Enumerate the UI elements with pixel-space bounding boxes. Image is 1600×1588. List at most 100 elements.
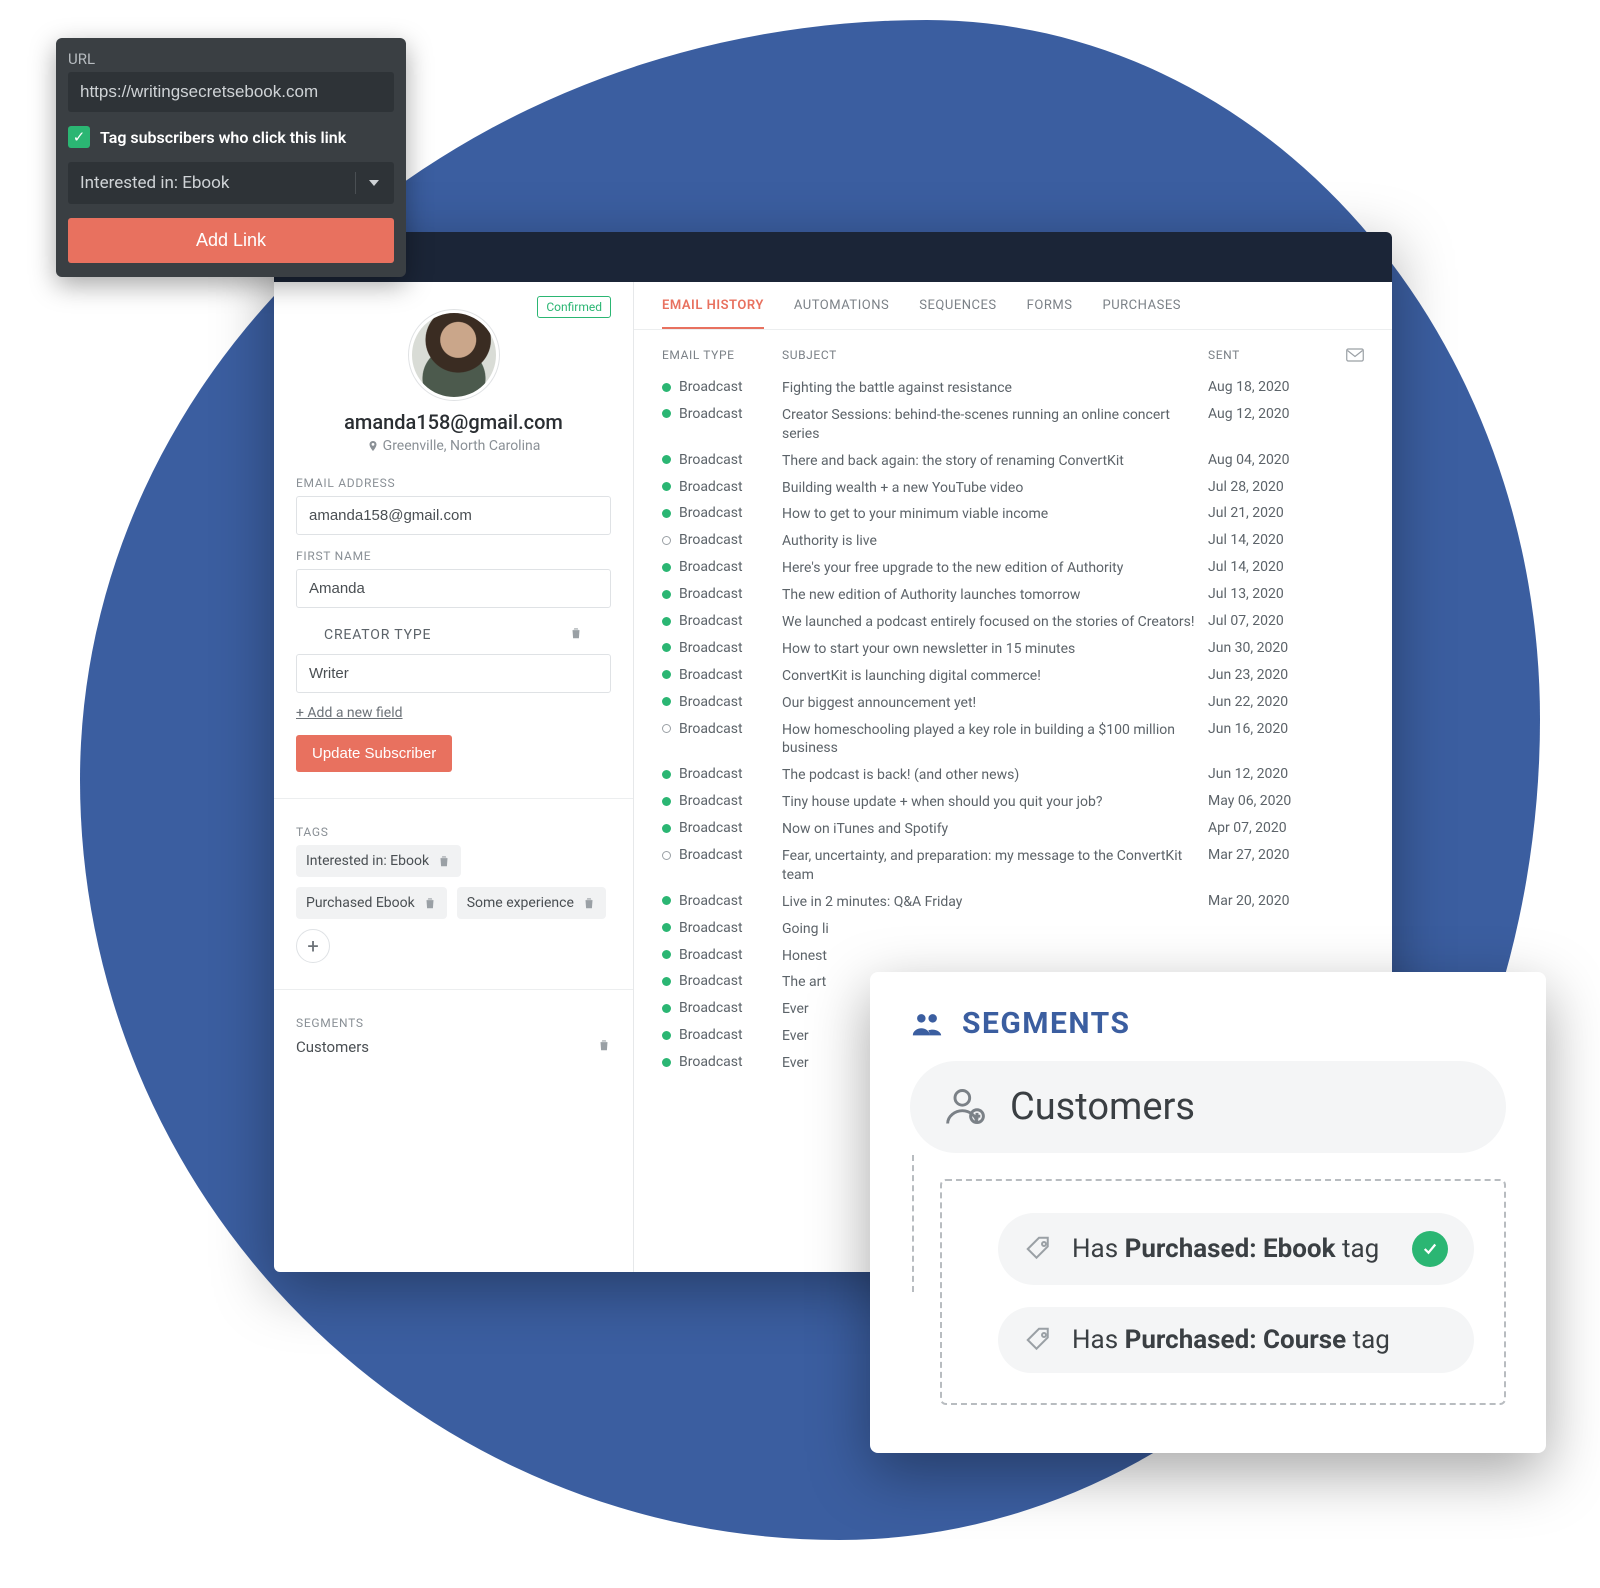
status-dot-icon — [662, 770, 671, 779]
email-type-cell: Broadcast — [662, 640, 782, 656]
email-type-cell: Broadcast — [662, 820, 782, 836]
tag-chip[interactable]: Some experience — [457, 887, 606, 919]
email-row[interactable]: Broadcast Creator Sessions: behind-the-s… — [634, 402, 1392, 448]
tab-purchases[interactable]: PURCHASES — [1102, 298, 1180, 329]
status-dot-icon — [662, 409, 671, 418]
trash-icon — [569, 626, 583, 640]
email-row[interactable]: Broadcast Here's your free upgrade to th… — [634, 555, 1392, 582]
divider — [274, 798, 633, 799]
status-dot-icon — [662, 670, 671, 679]
tab-email-history[interactable]: EMAIL HISTORY — [662, 298, 764, 329]
url-input[interactable] — [68, 72, 394, 112]
email-row[interactable]: Broadcast Authority is live Jul 14, 2020 — [634, 528, 1392, 555]
email-subject-cell: How homeschooling played a key role in b… — [782, 721, 1208, 759]
email-row[interactable]: Broadcast How to get to your minimum via… — [634, 501, 1392, 528]
email-row[interactable]: Broadcast Fear, uncertainty, and prepara… — [634, 843, 1392, 889]
tag-icon — [1024, 1325, 1054, 1355]
creatortype-input[interactable] — [296, 654, 611, 693]
tag-chip[interactable]: Interested in: Ebook — [296, 845, 461, 877]
email-type-cell: Broadcast — [662, 847, 782, 863]
tag-subscribers-row[interactable]: ✓ Tag subscribers who click this link — [68, 126, 394, 148]
email-subject-cell: Going li — [782, 920, 1208, 939]
status-dot-icon — [662, 851, 671, 860]
email-subject-cell: How to get to your minimum viable income — [782, 505, 1208, 524]
status-dot-icon — [662, 896, 671, 905]
email-row[interactable]: Broadcast Tiny house update + when shoul… — [634, 789, 1392, 816]
email-subject-cell: Now on iTunes and Spotify — [782, 820, 1208, 839]
delete-segment-button[interactable] — [597, 1038, 611, 1056]
status-dot-icon — [662, 797, 671, 806]
col-email-type: EMAIL TYPE — [662, 348, 782, 362]
email-row[interactable]: Broadcast Fighting the battle against re… — [634, 375, 1392, 402]
email-type-cell: Broadcast — [662, 613, 782, 629]
status-dot-icon — [662, 724, 671, 733]
email-type-cell: Broadcast — [662, 766, 782, 782]
status-dot-icon — [662, 1031, 671, 1040]
email-row[interactable]: Broadcast We launched a podcast entirely… — [634, 609, 1392, 636]
segment-rule[interactable]: Has Purchased: Course tag — [998, 1307, 1474, 1373]
creatortype-field-label: CREATOR TYPE — [296, 622, 611, 648]
email-subject-cell: The new edition of Authority launches to… — [782, 586, 1208, 605]
email-row[interactable]: Broadcast Building wealth + a new YouTub… — [634, 475, 1392, 502]
email-subject-cell: Building wealth + a new YouTube video — [782, 479, 1208, 498]
checkbox-checked-icon[interactable]: ✓ — [68, 126, 90, 148]
status-dot-icon — [662, 563, 671, 572]
status-dot-icon — [662, 617, 671, 626]
tag-chip-label: Some experience — [467, 895, 574, 911]
email-row[interactable]: Broadcast Our biggest announcement yet! … — [634, 690, 1392, 717]
email-type-cell: Broadcast — [662, 1027, 782, 1043]
email-row[interactable]: Broadcast The podcast is back! (and othe… — [634, 762, 1392, 789]
trash-icon — [437, 854, 451, 868]
tag-select[interactable]: Interested in: Ebook — [68, 162, 394, 204]
delete-field-button[interactable] — [569, 626, 583, 644]
email-row[interactable]: Broadcast Now on iTunes and Spotify Apr … — [634, 816, 1392, 843]
status-dot-icon — [662, 977, 671, 986]
email-type-cell: Broadcast — [662, 452, 782, 468]
email-row[interactable]: Broadcast Live in 2 minutes: Q&A Friday … — [634, 889, 1392, 916]
email-row[interactable]: Broadcast How to start your own newslett… — [634, 636, 1392, 663]
email-sent-cell: Jun 22, 2020 — [1208, 694, 1328, 710]
email-input[interactable] — [296, 496, 611, 535]
tab-automations[interactable]: AUTOMATIONS — [794, 298, 889, 329]
email-type-cell: Broadcast — [662, 505, 782, 521]
email-subject-cell: Creator Sessions: behind-the-scenes runn… — [782, 406, 1208, 444]
tab-sequences[interactable]: SEQUENCES — [919, 298, 996, 329]
tab-forms[interactable]: FORMS — [1027, 298, 1073, 329]
firstname-input[interactable] — [296, 569, 611, 608]
tag-chip-label: Purchased Ebook — [306, 895, 415, 911]
segment-pill-customers[interactable]: Customers — [910, 1061, 1506, 1153]
tag-select-value: Interested in: Ebook — [80, 173, 229, 193]
email-type-cell: Broadcast — [662, 559, 782, 575]
add-tag-button[interactable]: + — [296, 929, 330, 963]
rule-ok-badge — [1412, 1231, 1448, 1267]
email-sent-cell: Aug 04, 2020 — [1208, 452, 1328, 468]
email-row[interactable]: Broadcast How homeschooling played a key… — [634, 717, 1392, 763]
email-subject-cell: Here's your free upgrade to the new edit… — [782, 559, 1208, 578]
status-badge: Confirmed — [537, 296, 611, 318]
email-row[interactable]: Broadcast The new edition of Authority l… — [634, 582, 1392, 609]
add-link-button[interactable]: Add Link — [68, 218, 394, 263]
email-row[interactable]: Broadcast ConvertKit is launching digita… — [634, 663, 1392, 690]
email-type-cell: Broadcast — [662, 920, 782, 936]
segment-rule[interactable]: Has Purchased: Ebook tag — [998, 1213, 1474, 1285]
email-table-header: EMAIL TYPE SUBJECT SENT — [634, 330, 1392, 375]
email-subject-cell: ConvertKit is launching digital commerce… — [782, 667, 1208, 686]
email-subject-cell: We launched a podcast entirely focused o… — [782, 613, 1208, 632]
update-subscriber-button[interactable]: Update Subscriber — [296, 735, 452, 772]
email-row[interactable]: Broadcast Honest — [634, 943, 1392, 970]
email-row[interactable]: Broadcast Going li — [634, 916, 1392, 943]
email-row[interactable]: Broadcast There and back again: the stor… — [634, 448, 1392, 475]
segments-title: SEGMENTS — [910, 1006, 1506, 1041]
email-sent-cell: Jun 16, 2020 — [1208, 721, 1328, 737]
status-dot-icon — [662, 824, 671, 833]
status-dot-icon — [662, 383, 671, 392]
segment-rule-text: Has Purchased: Ebook tag — [1072, 1234, 1379, 1264]
segment-row: Customers — [296, 1038, 611, 1056]
tag-chip-label: Interested in: Ebook — [306, 853, 429, 869]
subscriber-profile-panel: Confirmed amanda158@gmail.com Greenville… — [274, 282, 634, 1272]
tag-chip[interactable]: Purchased Ebook — [296, 887, 447, 919]
add-field-link[interactable]: + Add a new field — [296, 705, 611, 721]
email-sent-cell: Jun 23, 2020 — [1208, 667, 1328, 683]
email-sent-cell: Aug 18, 2020 — [1208, 379, 1328, 395]
email-type-cell: Broadcast — [662, 721, 782, 737]
